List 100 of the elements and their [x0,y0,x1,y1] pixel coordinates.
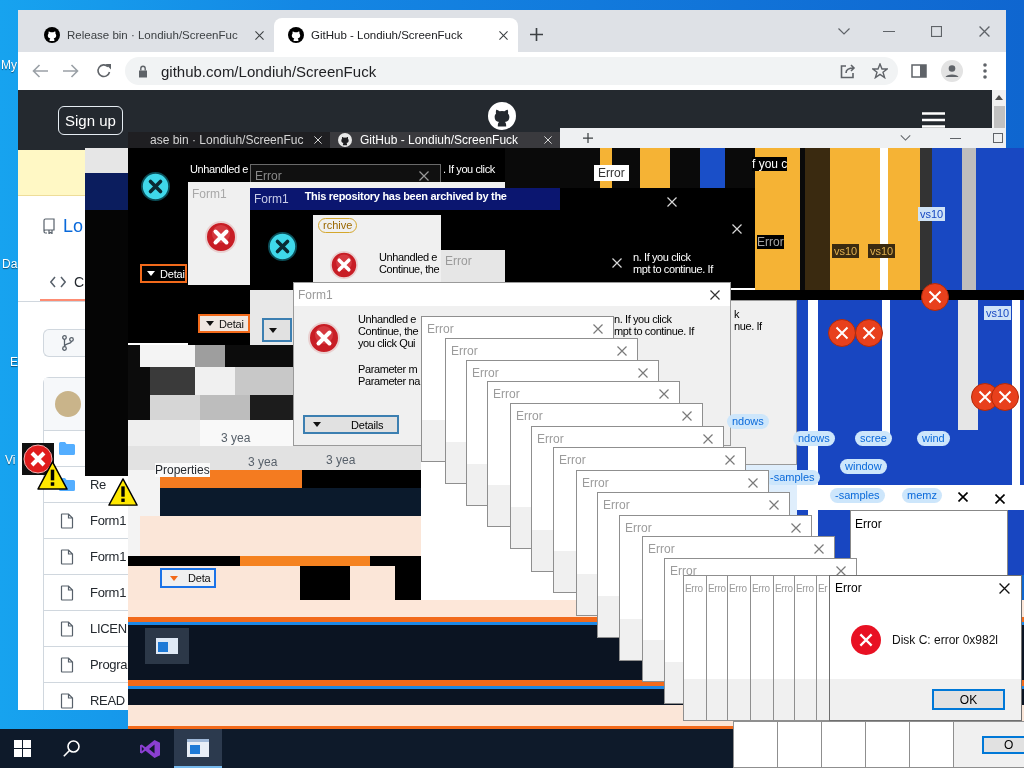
warning-icon [37,460,68,491]
close-icon[interactable] [499,30,508,40]
error-message: Unhandled e Continue, the [379,251,440,275]
windows-logo-icon[interactable] [14,740,31,757]
window-title: Error [624,521,652,535]
details-button[interactable]: Detai [140,264,187,283]
file-name[interactable]: Re [90,477,107,492]
branch-icon [62,335,74,351]
new-tab-icon[interactable] [530,28,543,41]
address-bar[interactable]: github.com/Londiuh/ScreenFuck [125,57,898,85]
scrollbar[interactable] [992,90,1006,128]
close-icon[interactable] [419,171,429,181]
window-title: Error [558,453,586,467]
sign-up-button[interactable]: Sign up [58,105,123,135]
ok-button[interactable]: O [982,736,1024,754]
topic-tag[interactable]: -samples [830,488,885,503]
maximize-icon[interactable] [931,25,942,37]
window-title: Erro [684,582,703,594]
taskbar-app-button[interactable] [174,729,222,768]
window-title: Error [536,432,564,446]
window-title: Error [647,542,675,556]
file-name[interactable]: Progra [90,657,128,672]
window-title: Er [817,582,828,594]
caret-icon [269,327,277,333]
menu-icon[interactable] [922,112,945,128]
window-title: Error [669,564,697,578]
branch-button[interactable] [43,329,85,357]
glitch-text: 3 yea [221,431,251,445]
browser-tab[interactable]: GitHub - Londiuh/ScreenFuck [274,18,518,52]
topic-tag[interactable]: ndows [727,414,769,429]
maximize-icon[interactable] [993,133,1003,143]
glitch-text: Error [594,165,629,181]
browser-tab[interactable]: Release bin · Londiuh/ScreenFuc [30,18,274,52]
file-name[interactable]: Form1 [90,585,127,600]
ok-button[interactable]: OK [932,689,1005,710]
topic-tag[interactable]: wind [917,431,950,446]
topic-tag[interactable]: scree [855,431,892,446]
window-title: Error [602,498,630,512]
profile-icon[interactable] [941,60,963,82]
window-title: Error [254,169,282,183]
error-icon [308,322,340,354]
minimize-icon[interactable] [883,30,895,32]
file-icon [59,656,75,673]
details-button[interactable]: Detai [198,314,250,333]
topic-tag[interactable]: ndows [793,431,835,446]
window-title: Form1 [297,288,333,301]
topic-tag[interactable]: memz [902,488,942,503]
glitch-text: f you c [752,157,788,171]
window-title: Erro [795,582,814,594]
glitch-text: Properties [155,463,210,477]
reload-icon[interactable] [96,63,112,79]
window-title: Error [492,387,520,401]
file-name[interactable]: LICEN [90,621,127,636]
window-title: Error [426,322,454,336]
details-button[interactable]: Details [303,415,399,434]
error-icon [991,383,1019,411]
warning-icon [108,477,138,507]
file-name[interactable]: Form1 [90,513,127,528]
file-name[interactable]: Form1 [90,549,127,564]
close-icon[interactable] [958,492,968,502]
share-icon[interactable] [840,63,856,79]
expand-button[interactable] [262,318,292,342]
caret-icon [313,422,321,427]
file-name[interactable]: READ [90,693,125,708]
glitch-text: 3 yea [326,453,356,467]
scroll-up-icon[interactable] [995,95,1003,100]
window-app-icon [187,737,209,758]
window-title: Error [855,517,882,531]
topic-tag[interactable]: window [840,459,887,474]
side-panel-icon[interactable] [911,64,927,78]
new-tab-icon[interactable] [583,133,593,143]
chevron-down-icon[interactable] [838,27,850,35]
menu-icon[interactable] [983,63,987,79]
close-icon[interactable] [255,30,264,40]
error-message: Disk C: error 0x982l [892,632,999,647]
close-icon[interactable] [995,494,1005,504]
logo-icon [288,27,304,43]
error-message: . If you click [443,163,495,175]
window-title: Error [471,366,499,380]
error-icon [828,319,856,347]
avatar-icon [55,391,81,417]
error-icon [268,232,297,261]
repo-name[interactable]: Lo [63,217,84,235]
error-icon [141,172,170,201]
star-icon[interactable] [872,63,888,79]
glitch-text: vs10 [868,244,896,258]
browser-tab[interactable]: GitHub - Londiuh/ScreenFuck [330,132,560,148]
browser-tab[interactable]: ase bin · Londiuh/ScreenFuc [145,132,330,148]
close-icon[interactable] [710,289,720,300]
scroll-thumb[interactable] [993,106,1005,128]
window-title: Form1 [253,193,289,205]
chevron-down-icon[interactable] [900,135,911,141]
window-title: Error [834,581,862,595]
file-icon [59,620,75,637]
error-icon [851,624,881,655]
search-icon[interactable] [63,740,80,757]
minimize-icon[interactable] [950,137,961,139]
details-button[interactable]: Deta [160,568,216,588]
close-icon[interactable] [999,582,1010,594]
lock-icon [138,64,148,78]
